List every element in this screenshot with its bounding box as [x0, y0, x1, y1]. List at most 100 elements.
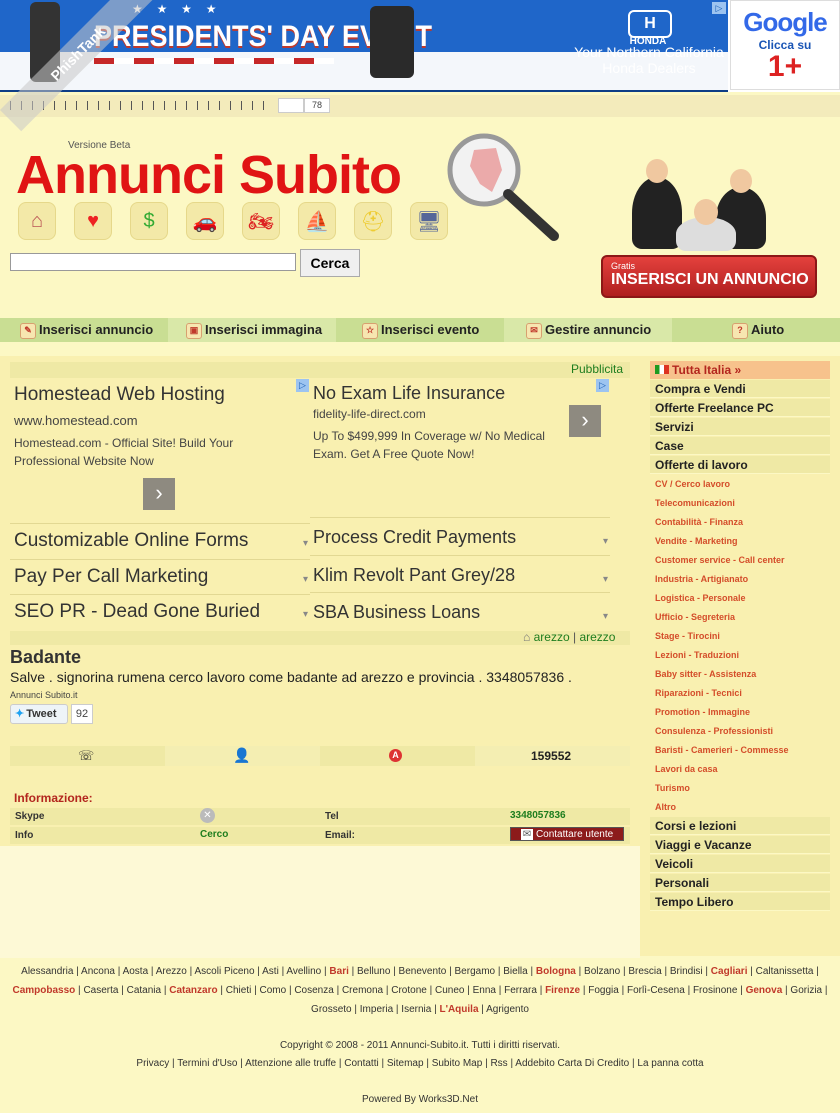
footer-link[interactable]: Termini d'Uso [177, 1058, 237, 1069]
footer-link[interactable]: Subito Map [432, 1058, 483, 1069]
sidebar-item[interactable]: Offerte Freelance PC [650, 399, 830, 417]
rating-tick[interactable] [153, 101, 154, 110]
city-link[interactable]: Crotone [391, 985, 427, 996]
money-icon[interactable]: $ [130, 202, 168, 240]
sidebar-subitem[interactable]: Baby sitter - Assistenza [650, 665, 830, 683]
contact-user-button[interactable]: ✉ Contattare utente [510, 827, 624, 841]
ad-title[interactable]: Homestead Web Hosting [14, 384, 225, 406]
sidebar-subitem[interactable]: Telecomunicazioni [650, 494, 830, 512]
rating-input[interactable] [278, 98, 304, 113]
city-link[interactable]: Gorizia [790, 985, 822, 996]
sidebar-subitem[interactable]: Logistica - Personale [650, 589, 830, 607]
city-link[interactable]: Forlì-Cesena [627, 985, 685, 996]
city-link[interactable]: Firenze [545, 985, 580, 996]
ad-link-unit[interactable]: Customizable Online Forms ▾ [10, 523, 310, 558]
city-link[interactable]: Cuneo [435, 985, 464, 996]
sidebar-item[interactable]: Offerte di lavoro [650, 456, 830, 474]
sidebar-subitem[interactable]: Promotion - Immagine [650, 703, 830, 721]
nav-insert-event[interactable]: ☆ Inserisci evento [362, 318, 479, 342]
city-link[interactable]: Belluno [357, 966, 390, 977]
sidebar-subitem[interactable]: Lavori da casa [650, 760, 830, 778]
ad-title[interactable]: No Exam Life Insurance [313, 383, 505, 404]
nav-insert-image[interactable]: ▣ Inserisci immagina [186, 318, 322, 342]
city-link[interactable]: L'Aquila [439, 1004, 478, 1015]
city-link[interactable]: Enna [473, 985, 496, 996]
city-link[interactable]: Cosenza [294, 985, 333, 996]
city-link[interactable]: Brindisi [670, 966, 703, 977]
ad-url[interactable]: www.homestead.com [14, 413, 138, 428]
rating-tick[interactable] [263, 101, 264, 110]
city-link[interactable]: Brescia [628, 966, 661, 977]
sidebar-top[interactable]: Tutta Italia » [650, 361, 830, 379]
ad-link-unit[interactable]: Process Credit Payments ▾ [310, 517, 610, 552]
ad-link-unit[interactable]: Pay Per Call Marketing ▾ [10, 559, 310, 594]
rating-tick[interactable] [175, 101, 176, 110]
rating-tick[interactable] [120, 101, 121, 110]
rating-tick[interactable] [109, 101, 110, 110]
rating-tick[interactable] [208, 101, 209, 110]
computer-icon[interactable]: 🖥 [410, 202, 448, 240]
ad-link-unit[interactable]: SEO PR - Dead Gone Buried ▾ [10, 594, 310, 629]
house-icon[interactable]: ⌂ [18, 202, 56, 240]
ad-choices-icon[interactable]: ▷ [712, 2, 726, 14]
rating-tick[interactable] [197, 101, 198, 110]
city-link[interactable]: Biella [503, 966, 527, 977]
city-link[interactable]: Ascoli Piceno [194, 966, 254, 977]
city-link[interactable]: Ancona [81, 966, 115, 977]
city-link[interactable]: Caserta [83, 985, 118, 996]
sidebar-subitem[interactable]: Consulenza - Professionisti [650, 722, 830, 740]
location-link[interactable]: arezzo [579, 630, 615, 644]
sidebar-item[interactable]: Viaggi e Vacanze [650, 836, 830, 854]
search-button[interactable]: Cerca [300, 249, 360, 277]
ad-arrow-button[interactable]: › [143, 478, 175, 510]
city-link[interactable]: Catanzaro [169, 985, 217, 996]
rating-tick[interactable] [87, 101, 88, 110]
city-link[interactable]: Ferrara [504, 985, 537, 996]
powered-by[interactable]: Powered By Works3D.Net [0, 1094, 840, 1105]
footer-link[interactable]: La panna cotta [637, 1058, 703, 1069]
insert-ad-button[interactable]: Gratis INSERISCI UN ANNUNCIO [601, 255, 817, 298]
sidebar-subitem[interactable]: Vendite - Marketing [650, 532, 830, 550]
skype-icon[interactable]: ✕ [200, 808, 215, 823]
location-link[interactable]: arezzo [534, 630, 570, 644]
city-link[interactable]: Bolzano [584, 966, 620, 977]
city-link[interactable]: Avellino [286, 966, 321, 977]
home-icon[interactable]: ⌂ [523, 630, 530, 644]
rating-tick[interactable] [65, 101, 66, 110]
sidebar-subitem[interactable]: Lezioni - Traduzioni [650, 646, 830, 664]
car-icon[interactable]: 🚗 [186, 202, 224, 240]
footer-link[interactable]: Attenzione alle truffe [245, 1058, 336, 1069]
sidebar-subitem[interactable]: Industria - Artigianato [650, 570, 830, 588]
google-plus-ad[interactable]: Google Clicca su 1+ [730, 0, 840, 90]
sidebar-item[interactable]: Veicoli [650, 855, 830, 873]
nav-insert-ad[interactable]: ✎ Inserisci annuncio [20, 318, 153, 342]
city-link[interactable]: Foggia [588, 985, 619, 996]
sidebar-subitem[interactable]: Stage - Tirocini [650, 627, 830, 645]
ad-link-unit[interactable]: SBA Business Loans ▾ [310, 592, 610, 627]
sidebar-subitem[interactable]: Contabilità - Finanza [650, 513, 830, 531]
city-link[interactable]: Bologna [536, 966, 576, 977]
city-link[interactable]: Imperia [360, 1004, 393, 1015]
sidebar-item[interactable]: Compra e Vendi [650, 380, 830, 398]
city-link[interactable]: Agrigento [486, 1004, 529, 1015]
city-link[interactable]: Bari [329, 966, 348, 977]
city-link[interactable]: Alessandria [21, 966, 73, 977]
rating-tick[interactable] [219, 101, 220, 110]
city-link[interactable]: Genova [746, 985, 783, 996]
heart-icon[interactable]: ♥ [74, 202, 112, 240]
sidebar-subitem[interactable]: Customer service - Call center [650, 551, 830, 569]
tweet-button[interactable]: ✦ Tweet [10, 704, 68, 724]
site-logo[interactable]: Annunci Subito [16, 144, 402, 206]
sidebar-item[interactable]: Personali [650, 874, 830, 892]
rating-tick[interactable] [230, 101, 231, 110]
sidebar-subitem[interactable]: Riparazioni - Tecnici [650, 684, 830, 702]
sidebar-subitem[interactable]: Turismo [650, 779, 830, 797]
rating-tick[interactable] [186, 101, 187, 110]
rating-tick[interactable] [241, 101, 242, 110]
ad-choices-icon[interactable]: ▷ [596, 379, 609, 392]
ad-url[interactable]: fidelity-life-direct.com [313, 407, 426, 421]
city-link[interactable]: Bergamo [455, 966, 496, 977]
city-link[interactable]: Asti [262, 966, 279, 977]
city-link[interactable]: Como [259, 985, 286, 996]
ad-link-unit[interactable]: Klim Revolt Pant Grey/28 ▾ [310, 555, 610, 590]
